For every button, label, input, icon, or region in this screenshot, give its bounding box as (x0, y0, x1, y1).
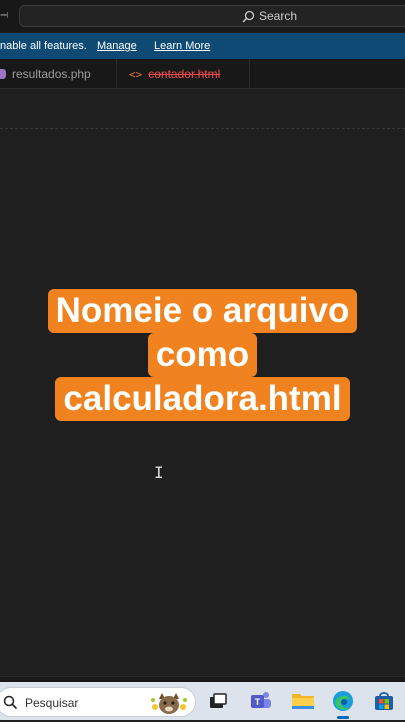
tab-label: contador.html (148, 67, 221, 81)
store-icon[interactable] (371, 688, 397, 714)
taskbar-search[interactable]: Pesquisar (0, 687, 196, 717)
edge-icon[interactable] (330, 688, 356, 714)
restricted-mode-banner: nable all features. Manage Learn More (0, 33, 405, 59)
overlay-line-3: calculadora.html (55, 377, 350, 421)
text-cursor-icon: I (154, 463, 164, 482)
tab-label: resultados.php (12, 67, 91, 81)
learn-more-link[interactable]: Learn More (154, 40, 210, 52)
svg-text:T: T (255, 697, 261, 707)
php-file-icon (0, 69, 6, 79)
manage-link[interactable]: Manage (97, 40, 137, 52)
html-file-icon: <> (129, 67, 143, 81)
search-label: Search (259, 9, 298, 23)
search-icon (242, 10, 255, 23)
file-explorer-icon[interactable] (290, 688, 316, 714)
instruction-overlay: Nomeie o arquivo como calculadora.html (0, 289, 405, 421)
banner-message: nable all features. (0, 40, 87, 52)
overlay-line-1: Nomeie o arquivo (47, 289, 358, 333)
title-bar: → Search (0, 0, 405, 32)
task-view-icon[interactable] (205, 688, 231, 714)
editor-divider (0, 128, 405, 129)
teams-icon[interactable]: T (248, 688, 274, 714)
search-icon (3, 695, 18, 715)
command-center-search[interactable]: Search (19, 5, 405, 27)
active-app-indicator (337, 716, 349, 719)
taskbar-search-placeholder: Pesquisar (25, 696, 79, 710)
tab-resultados-php[interactable]: resultados.php (0, 59, 117, 89)
overlay-line-2: como (147, 333, 258, 377)
windows-taskbar: Pesquisar T (0, 682, 405, 720)
forward-arrow-icon[interactable]: → (0, 8, 8, 24)
tab-contador-html[interactable]: <> contador.html (117, 59, 250, 89)
search-highlight-icon (149, 691, 189, 717)
editor-tabs: resultados.php <> contador.html (0, 59, 405, 89)
